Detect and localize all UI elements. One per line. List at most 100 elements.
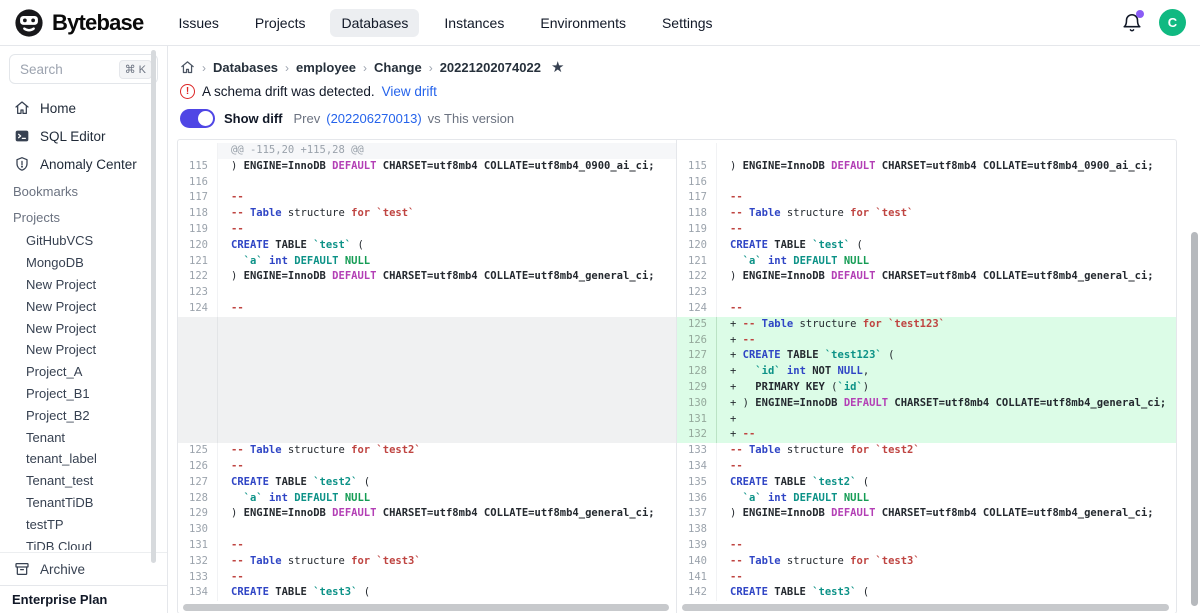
- line-number: 123: [178, 285, 218, 301]
- code-text: --: [218, 222, 676, 238]
- breadcrumb: ›Databases›employee›Change›2022120207402…: [168, 46, 1200, 75]
- sidebar-project-item[interactable]: GitHubVCS: [0, 230, 167, 252]
- chevron-right-icon: ›: [202, 61, 206, 75]
- sidebar-project-item[interactable]: Project_B2: [0, 404, 167, 426]
- code-text: `a` int DEFAULT NULL: [717, 491, 1176, 507]
- sidebar-project-item[interactable]: New Project: [0, 274, 167, 296]
- diff-line-added: 129+ PRIMARY KEY (`id`): [677, 380, 1176, 396]
- sidebar-item-anomaly-center[interactable]: Anomaly Center: [0, 150, 167, 178]
- main-nav: Issues Projects Databases Instances Environm…: [167, 9, 723, 37]
- right-horizontal-scrollbar[interactable]: [677, 603, 1176, 613]
- line-number: 121: [677, 254, 717, 270]
- line-number: 122: [677, 269, 717, 285]
- line-number: 117: [178, 190, 218, 206]
- sidebar-project-item[interactable]: Tenant: [0, 426, 167, 448]
- breadcrumb-item[interactable]: Change: [374, 60, 422, 75]
- diff-line: 122) ENGINE=InnoDB DEFAULT CHARSET=utf8m…: [178, 269, 676, 285]
- sidebar-item-label: Home: [40, 101, 76, 116]
- sidebar-project-item[interactable]: tenant_label: [0, 448, 167, 470]
- archive-icon: [14, 561, 30, 577]
- code-text: --: [218, 301, 676, 317]
- sidebar-item-archive[interactable]: Archive: [0, 553, 167, 585]
- diff-line: 123: [178, 285, 676, 301]
- sidebar-project-item[interactable]: MongoDB: [0, 252, 167, 274]
- sidebar: Search ⌘ K Home: [0, 46, 168, 613]
- breadcrumb-items: ›Databases›employee›Change›2022120207402…: [202, 60, 541, 75]
- notification-bell-button[interactable]: [1121, 12, 1143, 34]
- show-diff-toggle[interactable]: [180, 109, 215, 128]
- diff-line: 120CREATE TABLE `test` (: [178, 238, 676, 254]
- sidebar-project-item[interactable]: testTP: [0, 513, 167, 535]
- sidebar-item-home[interactable]: Home: [0, 94, 167, 122]
- project-list: GitHubVCSMongoDBNew ProjectNew ProjectNe…: [0, 230, 167, 550]
- line-number: [677, 143, 717, 159]
- left-horizontal-scrollbar[interactable]: [178, 603, 676, 613]
- search-placeholder: Search: [20, 62, 63, 77]
- sidebar-project-item[interactable]: Project_A: [0, 361, 167, 383]
- line-number: [178, 143, 218, 159]
- code-text: --: [717, 190, 1176, 206]
- code-text: `a` int DEFAULT NULL: [218, 254, 676, 270]
- sidebar-scrollbar[interactable]: [151, 50, 156, 563]
- scrollbar-thumb[interactable]: [183, 604, 669, 611]
- sidebar-item-sql-editor[interactable]: SQL Editor: [0, 122, 167, 150]
- diff-pane-current[interactable]: 115) ENGINE=InnoDB DEFAULT CHARSET=utf8m…: [677, 140, 1176, 613]
- nav-tab-settings[interactable]: Settings: [651, 9, 724, 37]
- line-number: 133: [677, 443, 717, 459]
- sidebar-section-bookmarks: Bookmarks: [0, 178, 167, 204]
- nav-tab-instances[interactable]: Instances: [433, 9, 515, 37]
- prev-version-link[interactable]: (202206270013): [326, 111, 421, 126]
- code-text: ) ENGINE=InnoDB DEFAULT CHARSET=utf8mb4 …: [218, 159, 676, 175]
- diff-line: 124--: [677, 301, 1176, 317]
- favorite-star-icon[interactable]: ★: [551, 60, 564, 75]
- code-text: -- Table structure for `test2`: [218, 443, 676, 459]
- code-text: --: [218, 459, 676, 475]
- nav-tab-environments[interactable]: Environments: [529, 9, 637, 37]
- sidebar-project-item[interactable]: TiDB Cloud: [0, 535, 167, 550]
- diff-line-added: 132+ --: [677, 427, 1176, 443]
- line-number: 116: [677, 175, 717, 191]
- nav-tab-issues[interactable]: Issues: [167, 9, 229, 37]
- line-number: 127: [178, 475, 218, 491]
- code-text: --: [717, 570, 1176, 586]
- chevron-right-icon: ›: [429, 61, 433, 75]
- diff-line: 116: [677, 175, 1176, 191]
- search-input[interactable]: Search ⌘ K: [9, 54, 158, 84]
- line-number: 141: [677, 570, 717, 586]
- sidebar-project-item[interactable]: Project_B1: [0, 383, 167, 405]
- scrollbar-thumb[interactable]: [682, 604, 1169, 611]
- user-avatar[interactable]: C: [1159, 9, 1186, 36]
- sidebar-project-item[interactable]: TenantTiDB: [0, 492, 167, 514]
- breadcrumb-item[interactable]: 20221202074022: [440, 60, 541, 75]
- line-number: 115: [677, 159, 717, 175]
- line-number: 128: [677, 364, 717, 380]
- window-vertical-scrollbar[interactable]: [1191, 232, 1198, 606]
- sidebar-project-item[interactable]: New Project: [0, 317, 167, 339]
- diff-pane-previous[interactable]: @@ -115,20 +115,28 @@115) ENGINE=InnoDB …: [178, 140, 677, 613]
- line-number: 122: [178, 269, 218, 285]
- code-text: -- Table structure for `test2`: [717, 443, 1176, 459]
- diff-line-added: 128+ `id` int NOT NULL,: [677, 364, 1176, 380]
- nav-tab-databases[interactable]: Databases: [330, 9, 419, 37]
- code-text: -- Table structure for `test`: [218, 206, 676, 222]
- breadcrumb-home-icon[interactable]: [180, 60, 195, 75]
- diff-line: 129) ENGINE=InnoDB DEFAULT CHARSET=utf8m…: [178, 506, 676, 522]
- sidebar-project-item[interactable]: New Project: [0, 295, 167, 317]
- bytebase-logo[interactable]: Bytebase: [14, 8, 143, 38]
- code-text: + -- Table structure for `test123`: [717, 317, 1176, 333]
- code-text: [717, 143, 1176, 159]
- code-text: +: [717, 412, 1176, 428]
- view-drift-link[interactable]: View drift: [382, 84, 437, 99]
- breadcrumb-item[interactable]: Databases: [213, 60, 278, 75]
- line-number: 129: [178, 506, 218, 522]
- diff-line: 127CREATE TABLE `test2` (: [178, 475, 676, 491]
- search-shortcut-badge: ⌘ K: [119, 60, 152, 79]
- sidebar-project-item[interactable]: Tenant_test: [0, 470, 167, 492]
- line-number: 118: [677, 206, 717, 222]
- diff-line: 121 `a` int DEFAULT NULL: [677, 254, 1176, 270]
- warning-icon: !: [180, 84, 195, 99]
- diff-line: 140-- Table structure for `test3`: [677, 554, 1176, 570]
- nav-tab-projects[interactable]: Projects: [244, 9, 317, 37]
- breadcrumb-item[interactable]: employee: [296, 60, 356, 75]
- sidebar-project-item[interactable]: New Project: [0, 339, 167, 361]
